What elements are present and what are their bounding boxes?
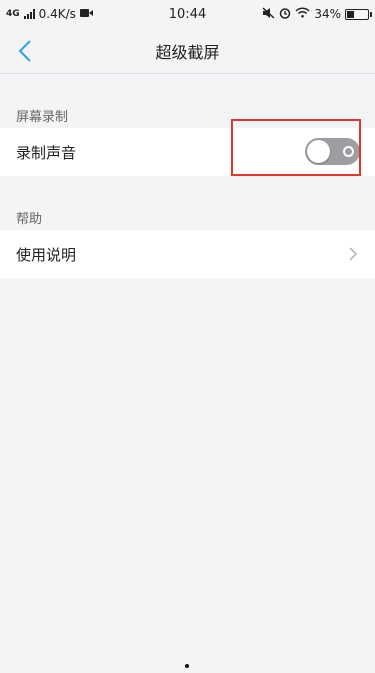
instructions-row[interactable]: 使用说明 — [0, 230, 375, 278]
instructions-label: 使用说明 — [16, 245, 77, 264]
battery-icon — [345, 8, 372, 20]
toggle-knob — [307, 140, 330, 163]
network-type: 4G — [6, 9, 20, 19]
screen-record-icon — [79, 7, 93, 21]
network-speed: 0.4K/s — [38, 7, 76, 21]
chevron-right-icon — [349, 247, 358, 261]
mute-icon — [262, 6, 275, 22]
signal-icon — [23, 9, 35, 19]
record-audio-toggle[interactable] — [305, 138, 360, 165]
home-indicator — [185, 664, 189, 668]
status-right: 34% — [262, 6, 372, 22]
status-left: 4G 0.4K/s — [6, 7, 93, 21]
app-header: 超级截屏 — [0, 28, 375, 74]
screen: 4G 0.4K/s 10:44 34% 超级截屏 屏幕录制 录制声音 帮助 使用… — [0, 0, 375, 673]
status-bar: 4G 0.4K/s 10:44 34% — [0, 0, 375, 28]
section-label-screen-recording: 屏幕录制 — [16, 110, 69, 125]
chevron-left-icon — [18, 40, 31, 62]
alarm-icon — [279, 7, 291, 22]
wifi-icon — [295, 7, 310, 21]
record-audio-label: 录制声音 — [16, 143, 77, 162]
back-button[interactable] — [8, 34, 42, 68]
battery-percent: 34% — [314, 7, 341, 21]
section-label-help: 帮助 — [16, 212, 43, 227]
toggle-off-indicator — [343, 146, 354, 157]
page-title: 超级截屏 — [155, 42, 220, 62]
